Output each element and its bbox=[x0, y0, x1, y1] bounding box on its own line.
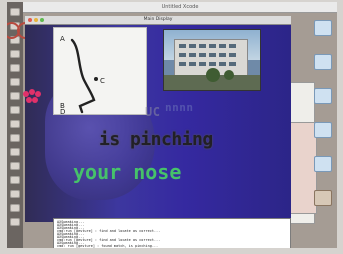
gesture-subtitle: your nose bbox=[73, 160, 182, 184]
building-photo bbox=[163, 29, 261, 91]
menu-bar-title: Untitled Xcode bbox=[161, 4, 199, 10]
console-line: cmd: run [gesture] : found match, is pin… bbox=[57, 244, 159, 248]
main-display-window[interactable]: Main Display A B C D UC nnnn is pinching… bbox=[25, 16, 291, 222]
dock-app-icon[interactable] bbox=[10, 218, 20, 226]
folder-icon[interactable] bbox=[314, 20, 332, 36]
trace-label-a: A bbox=[60, 35, 65, 43]
trace-label-d: D bbox=[60, 108, 65, 114]
gesture-path-icon: A B C D bbox=[60, 35, 105, 114]
folder-icon[interactable] bbox=[314, 54, 332, 70]
folder-icon[interactable] bbox=[314, 88, 332, 104]
trace-label-c: C bbox=[100, 77, 105, 85]
window-titlebar[interactable]: Main Display bbox=[25, 16, 291, 25]
window-title: Main Display bbox=[143, 17, 173, 22]
folder-icon[interactable] bbox=[314, 156, 332, 172]
dock-app-icon[interactable] bbox=[10, 204, 20, 212]
ghost-text: nnnn bbox=[165, 101, 194, 114]
console-window[interactable]: AXSpeaking... AXSpeaking... AXSpeaking..… bbox=[53, 218, 291, 248]
dock-app-icon[interactable] bbox=[10, 162, 20, 170]
desktop: Untitled Xcode Main Display A B C D UC n… bbox=[7, 2, 337, 248]
ghost-text: UC bbox=[145, 105, 161, 119]
marker-dot bbox=[32, 97, 38, 103]
dock-app-icon[interactable] bbox=[10, 106, 20, 114]
dock-app-icon[interactable] bbox=[10, 92, 20, 100]
dock-app-icon[interactable] bbox=[10, 120, 20, 128]
dock-app-icon[interactable] bbox=[10, 50, 20, 58]
folder-icon[interactable] bbox=[314, 122, 332, 138]
gesture-trace-panel: A B C D bbox=[53, 27, 147, 115]
photo-frame: Untitled Xcode Main Display A B C D UC n… bbox=[0, 0, 343, 254]
dock-app-icon[interactable] bbox=[10, 190, 20, 198]
drive-icon[interactable] bbox=[314, 190, 332, 206]
dock-app-icon[interactable] bbox=[10, 134, 20, 142]
dock-app-icon[interactable] bbox=[10, 176, 20, 184]
dock-app-icon[interactable] bbox=[10, 8, 20, 16]
dock-app-icon[interactable] bbox=[10, 64, 20, 72]
gesture-caption: is pinching bbox=[99, 129, 213, 150]
menu-bar: Untitled Xcode bbox=[23, 2, 337, 13]
marker-dot bbox=[35, 91, 41, 97]
video-stage: A B C D UC nnnn is pinching your nose bbox=[25, 25, 291, 222]
dock-app-icon[interactable] bbox=[10, 148, 20, 156]
dock-app-icon[interactable] bbox=[10, 78, 20, 86]
